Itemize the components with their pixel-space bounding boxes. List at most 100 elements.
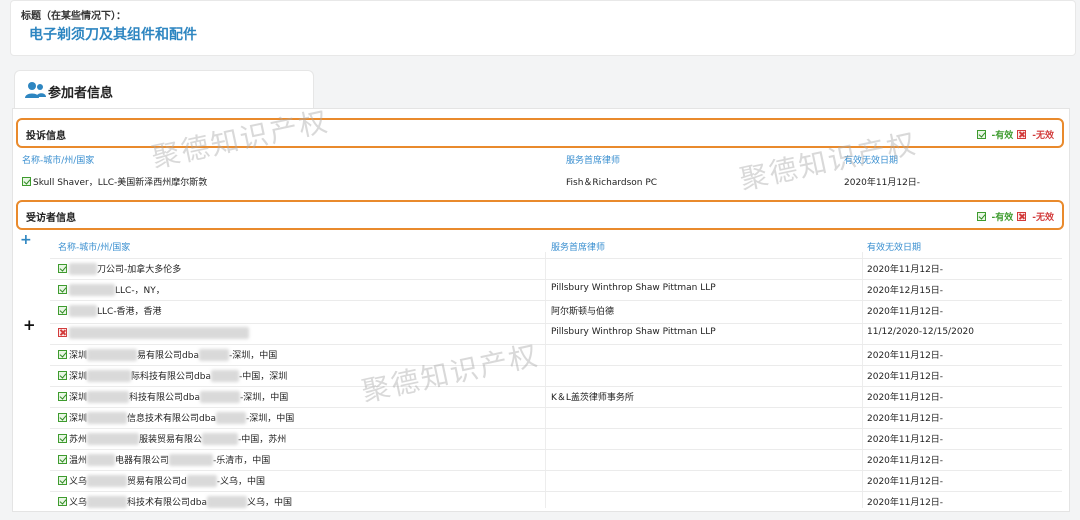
- respondent-dates: 2020年11月12日-: [867, 456, 944, 466]
- respondent-name-part: -乐清市，中国: [213, 456, 271, 466]
- row-divider: [50, 279, 1062, 280]
- valid-check-icon: [976, 212, 986, 221]
- legend-invalid: -无效: [1032, 131, 1054, 141]
- row-divider: [50, 323, 1062, 324]
- respondent-dates: 2020年11月12日-: [867, 477, 944, 487]
- respondent-name-part: 科技术有限公司dba: [127, 498, 207, 508]
- complainant-counsel: Fish＆Richardson PC: [566, 178, 658, 188]
- complainant-name[interactable]: Skull Shaver，LLC-美国新泽西州摩尔斯敦: [33, 178, 207, 188]
- complainant-section-header: 投诉信息 -有效 -无效: [16, 118, 1064, 148]
- respondent-name-part: 深圳: [69, 372, 88, 382]
- row-divider: [50, 407, 1062, 408]
- redacted-text: [87, 349, 138, 361]
- row-divider: [50, 428, 1062, 429]
- respondent-counsel: K＆L盖茨律师事务所: [551, 393, 634, 403]
- redacted-text: [210, 370, 239, 382]
- respondent-dates: 11/12/2020-12/15/2020: [867, 327, 974, 337]
- valid-check-icon: [22, 177, 31, 186]
- respondent-dates: 2020年11月12日-: [867, 307, 944, 317]
- table-row: Skull Shaver，LLC-美国新泽西州摩尔斯敦: [22, 175, 207, 188]
- complainant-dates: 2020年11月12日-: [844, 178, 921, 188]
- table-row[interactable]: LLC-，NY，: [58, 283, 165, 296]
- table-row[interactable]: 义乌 贸易有限公司d -义乌，中国: [58, 474, 265, 487]
- table-row[interactable]: 深圳 易有限公司dba -深圳，中国: [58, 348, 277, 361]
- respondent-dates: 2020年12月15日-: [867, 286, 944, 296]
- invalid-x-icon: [1017, 212, 1027, 221]
- respondent-header-name: 名称-城市/州/国家: [58, 243, 131, 253]
- users-icon: [25, 82, 46, 98]
- respondent-name-part: LLC-，NY，: [115, 286, 165, 296]
- respondent-dates: 2020年11月12日-: [867, 435, 944, 445]
- respondent-name-part: -中国，深圳: [238, 372, 288, 382]
- valid-check-icon: [976, 130, 986, 139]
- respondent-name-part: 信息技术有限公司dba: [127, 414, 216, 424]
- redacted-text: [169, 454, 214, 466]
- redacted-text: [87, 475, 128, 487]
- respondent-counsel: Pillsbury Winthrop Shaw Pittman LLP: [551, 283, 716, 293]
- valid-check-icon: [58, 455, 67, 464]
- legend-valid: -有效: [991, 213, 1014, 223]
- respondent-section-title: 受访者信息: [26, 213, 76, 224]
- row-divider: [50, 300, 1062, 301]
- table-row[interactable]: 苏州 服装贸易有限公 -中国，苏州: [58, 432, 286, 445]
- table-row[interactable]: 刀公司-加拿大多伦多: [58, 262, 181, 275]
- redacted-text: [87, 412, 128, 424]
- table-row[interactable]: 义乌 科技术有限公司dba 义乌，中国: [58, 495, 292, 508]
- valid-check-icon: [58, 285, 67, 294]
- row-divider: [50, 470, 1062, 471]
- table-row[interactable]: 温州 电器有限公司 -乐清市，中国: [58, 453, 270, 466]
- redacted-text: [69, 263, 97, 275]
- redacted-text: [69, 305, 97, 317]
- row-divider: [50, 386, 1062, 387]
- valid-check-icon: [58, 350, 67, 359]
- respondent-name-part: 义乌，中国: [246, 498, 292, 508]
- respondent-name-part: 贸易有限公司d: [127, 477, 187, 487]
- respondent-dates: 2020年11月12日-: [867, 498, 944, 508]
- redacted-text: [87, 391, 130, 403]
- respondent-name-part: -义乌，中国: [216, 477, 265, 487]
- participant-info-tab[interactable]: 参加者信息: [14, 70, 314, 110]
- invalid-x-icon: [58, 328, 67, 337]
- respondent-counsel: 阿尔斯顿与伯德: [551, 307, 615, 317]
- case-title-label: 标题（在某些情况下）：: [21, 11, 126, 22]
- respondent-name-part: LLC-香港，香港: [97, 307, 162, 317]
- table-row[interactable]: LLC-香港，香港: [58, 304, 162, 317]
- redacted-text: [87, 433, 140, 445]
- redacted-text: [199, 391, 240, 403]
- respondent-counsel: Pillsbury Winthrop Shaw Pittman LLP: [551, 327, 716, 337]
- row-divider: [50, 449, 1062, 450]
- complainant-header-dates: 有效无效日期: [844, 156, 899, 166]
- respondent-dates: 2020年11月12日-: [867, 372, 944, 382]
- expand-plus-icon[interactable]: +: [20, 232, 32, 248]
- table-row[interactable]: 深圳 信息技术有限公司dba -深圳，中国: [58, 411, 294, 424]
- valid-check-icon: [58, 392, 67, 401]
- valid-check-icon: [58, 264, 67, 273]
- table-row[interactable]: 深圳 际科技有限公司dba -中国，深圳: [58, 369, 287, 382]
- legend-invalid: -无效: [1032, 213, 1054, 223]
- respondent-name-part: 服装贸易有限公: [139, 435, 203, 445]
- respondent-name-part: 深圳: [69, 351, 88, 361]
- respondent-name-part: 深圳: [69, 414, 88, 424]
- table-row[interactable]: 深圳 科技有限公司dba -深圳，中国: [58, 390, 288, 403]
- redacted-text: [69, 284, 115, 296]
- valid-check-icon: [58, 413, 67, 422]
- invalid-x-icon: [1017, 130, 1027, 139]
- status-legend: -有效 -无效: [976, 210, 1054, 223]
- respondent-name-part: -中国，苏州: [238, 435, 287, 445]
- respondent-name-part: 深圳: [69, 393, 88, 403]
- complainant-header-counsel: 服务首席律师: [566, 156, 621, 166]
- redacted-text: [87, 454, 116, 466]
- valid-check-icon: [58, 306, 67, 315]
- row-divider: [50, 491, 1062, 492]
- redacted-text: [198, 349, 229, 361]
- valid-check-icon: [58, 371, 67, 380]
- redacted-text: [186, 475, 217, 487]
- respondent-dates: 2020年11月12日-: [867, 351, 944, 361]
- legend-valid: -有效: [991, 131, 1014, 141]
- respondent-name-part: -深圳，中国: [228, 351, 278, 361]
- respondent-name-part: 义乌: [69, 477, 88, 487]
- valid-check-icon: [58, 434, 67, 443]
- redacted-text: [87, 370, 132, 382]
- row-expand-plus-icon[interactable]: +: [23, 316, 36, 334]
- table-row[interactable]: [58, 327, 249, 339]
